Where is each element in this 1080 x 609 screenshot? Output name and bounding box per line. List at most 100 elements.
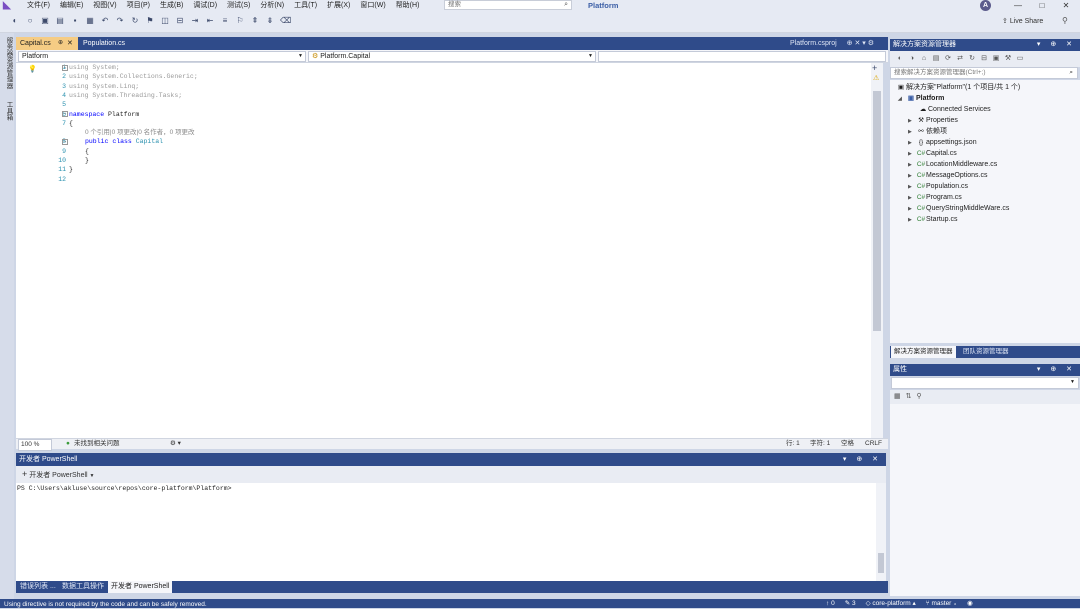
type-dropdown[interactable]: ⚙ Platform.Capital ▼ xyxy=(308,51,596,62)
switch-views-icon[interactable]: ▤ xyxy=(932,54,940,62)
menu-window[interactable]: 窗口(W) xyxy=(355,0,390,12)
forward-icon[interactable]: ◑ xyxy=(908,55,916,62)
close-window-button[interactable]: ✕ xyxy=(1054,0,1078,12)
editor-scrollbar[interactable]: + ⚠ xyxy=(871,63,883,438)
pin-icon[interactable]: ⊕ xyxy=(58,37,63,50)
menu-file[interactable]: 文件(F) xyxy=(22,0,55,12)
tab-capital-cs[interactable]: Capital.cs ⊕ ✕ xyxy=(16,37,78,50)
redo-icon[interactable]: ↷ xyxy=(115,16,125,25)
code-editor[interactable]: 💡 1 2 3 4 5 6 7 8 9 10 11 12 − − − using… xyxy=(16,63,871,438)
live-share-button[interactable]: ⇪ Live Share xyxy=(1002,17,1043,25)
tree-item-connected-services[interactable]: ☁ Connected Services xyxy=(918,104,991,115)
tree-item-startup-cs[interactable]: ▶ C#Startup.cs xyxy=(908,214,958,226)
terminal-scrollbar[interactable] xyxy=(876,483,886,581)
refactor-icon[interactable]: ⚙ ▾ xyxy=(170,439,181,449)
toolbox-tab[interactable]: 工具箱 xyxy=(3,101,13,121)
tab-solution-explorer[interactable]: 解决方案资源管理器 xyxy=(891,346,956,358)
outdent-icon[interactable]: ⇤ xyxy=(205,16,215,25)
close-tab-icon[interactable]: ✕ xyxy=(67,37,73,50)
eol-indicator[interactable]: CRLF xyxy=(865,439,882,449)
properties-icon[interactable]: ⚒ xyxy=(1004,54,1012,62)
screenshot-icon[interactable]: ◫ xyxy=(160,16,170,25)
minimize-button[interactable]: — xyxy=(1006,0,1030,12)
menu-help[interactable]: 帮助(H) xyxy=(391,0,425,12)
menu-project[interactable]: 项目(P) xyxy=(122,0,155,12)
home-icon[interactable]: ⌂ xyxy=(920,55,928,62)
feedback-icon[interactable]: ⚲ xyxy=(1062,16,1068,25)
sync-icon[interactable]: ⇄ xyxy=(956,54,964,62)
tab-team-explorer[interactable]: 团队资源管理器 xyxy=(960,346,1012,358)
tree-item-solution[interactable]: ▣ 解决方案"Platform"(1 个项目/共 1 个) xyxy=(896,82,1020,93)
menu-edit[interactable]: 编辑(E) xyxy=(55,0,88,12)
repository-selector[interactable]: ◇ core-platform ▴ xyxy=(866,599,916,608)
comment-icon[interactable]: ≡ xyxy=(220,16,230,25)
back-icon[interactable]: ◐ xyxy=(896,55,904,62)
menu-test[interactable]: 测试(S) xyxy=(222,0,255,12)
project-dropdown[interactable]: Platform ▼ xyxy=(18,51,306,62)
tab-data-tools[interactable]: 数据工具操作 xyxy=(59,581,107,593)
terminal-output[interactable]: PS C:\Users\akluse\source\repos\core-pla… xyxy=(16,483,886,581)
solution-search-input[interactable]: 搜索解决方案资源管理器(Ctrl+;) ⌕ xyxy=(890,67,1078,79)
fold-toggle-icon[interactable]: − xyxy=(62,111,68,117)
menu-analyze[interactable]: 分析(N) xyxy=(255,0,289,12)
show-all-files-icon[interactable]: ▣ xyxy=(992,54,1000,62)
split-editor-icon[interactable]: + xyxy=(872,63,877,73)
preview-icon[interactable]: ▭ xyxy=(1016,54,1024,62)
refresh-icon[interactable]: ↻ xyxy=(968,54,976,62)
menu-view[interactable]: 视图(V) xyxy=(88,0,121,12)
open-file-icon[interactable]: ▤ xyxy=(55,16,65,25)
clear-bookmarks-icon[interactable]: ⌫ xyxy=(280,16,291,25)
char-indicator[interactable]: 字符: 1 xyxy=(810,439,830,449)
tab-error-list[interactable]: 错误列表 ... xyxy=(17,581,59,593)
panel-controls-icon[interactable]: ▾ ⊕ ✕ xyxy=(1037,364,1076,376)
scrollbar-thumb[interactable] xyxy=(878,553,884,573)
save-icon[interactable]: ▪ xyxy=(70,16,80,25)
categorized-icon[interactable]: ▦ xyxy=(894,392,901,400)
next-bookmark-icon[interactable]: ⇟ xyxy=(265,16,275,25)
tab-platform-csproj[interactable]: Platform.csproj ⊕ ✕ ▾ ⚙ xyxy=(786,37,890,50)
tab-developer-powershell[interactable]: 开发者 PowerShell xyxy=(108,581,173,593)
refresh-icon[interactable]: ↻ xyxy=(130,16,140,25)
alphabetical-icon[interactable]: ⇅ xyxy=(906,392,912,400)
new-terminal-button[interactable]: + 开发者 PowerShell ▼ xyxy=(22,469,94,480)
menu-tools[interactable]: 工具(T) xyxy=(289,0,322,12)
expanded-arrow-icon[interactable]: ◢ xyxy=(898,94,906,105)
fold-toggle-icon[interactable]: − xyxy=(62,139,68,145)
property-pages-icon[interactable]: ⚲ xyxy=(917,392,922,400)
zoom-dropdown[interactable]: 100 % xyxy=(18,439,52,451)
indent-icon[interactable]: ⇥ xyxy=(190,16,200,25)
branch-selector[interactable]: ⑂ master ▴ xyxy=(926,599,957,608)
save-all-icon[interactable]: ▦ xyxy=(85,16,95,25)
pending-changes-icon[interactable]: ⟳ xyxy=(944,54,952,62)
spaces-indicator[interactable]: 空格 xyxy=(841,439,854,449)
new-project-icon[interactable]: ▣ xyxy=(40,16,50,25)
scrollbar-thumb[interactable] xyxy=(873,91,881,331)
tab-controls-icon[interactable]: ⊕ ✕ ▾ ⚙ xyxy=(847,40,874,47)
lightbulb-icon[interactable]: 💡 xyxy=(28,65,37,73)
tab-population-cs[interactable]: Population.cs xyxy=(79,37,157,50)
collapsed-arrow-icon[interactable]: ▶ xyxy=(908,215,916,226)
menu-extensions[interactable]: 扩展(X) xyxy=(322,0,355,12)
bookmark-icon[interactable]: ⚐ xyxy=(235,16,245,25)
collapse-all-icon[interactable]: ⊟ xyxy=(980,54,988,62)
prev-bookmark-icon[interactable]: ⇞ xyxy=(250,16,260,25)
panel-controls-icon[interactable]: ▾ ⊕ ✕ xyxy=(843,453,882,466)
menu-build[interactable]: 生成(B) xyxy=(155,0,188,12)
codelens-references[interactable]: 0 个引用|0 项更改|0 名作者，0 项更改 xyxy=(85,128,195,137)
align-icon[interactable]: ⊟ xyxy=(175,16,185,25)
menu-debug[interactable]: 调试(D) xyxy=(188,0,222,12)
fold-toggle-icon[interactable]: − xyxy=(62,65,68,71)
global-search-input[interactable]: 搜索 ⌕ xyxy=(444,0,572,10)
pending-edits[interactable]: ✎ 3 xyxy=(845,599,856,608)
properties-object-select[interactable]: ▼ xyxy=(891,377,1079,389)
issues-status[interactable]: 未找到相关问题 xyxy=(74,439,120,449)
member-dropdown[interactable] xyxy=(598,51,886,62)
push-count[interactable]: ↑ 0 xyxy=(826,599,835,608)
user-avatar[interactable]: A xyxy=(980,0,991,11)
find-icon[interactable]: ⚑ xyxy=(145,16,155,25)
undo-icon[interactable]: ↶ xyxy=(100,16,110,25)
line-indicator[interactable]: 行: 1 xyxy=(786,439,800,449)
server-explorer-tab[interactable]: 服务器资源管理器 xyxy=(3,37,13,89)
navigate-forward-icon[interactable]: ○ xyxy=(25,16,35,25)
navigate-back-icon[interactable]: ◐ xyxy=(10,16,20,25)
